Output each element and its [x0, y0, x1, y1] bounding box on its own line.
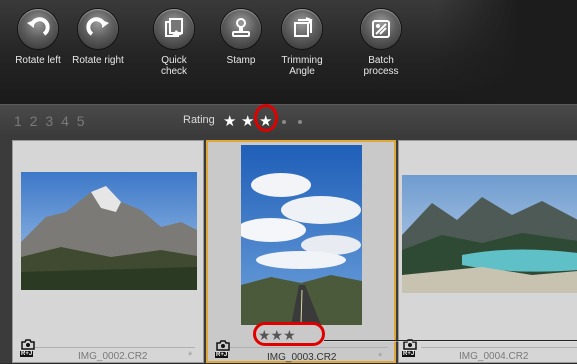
quick-check-icon: [154, 9, 194, 49]
divider: [421, 347, 577, 348]
toolbar: Rotate left Rotate right Quick check Stam…: [0, 0, 577, 104]
thumbnail-image: [236, 145, 362, 326]
rating-dot-4[interactable]: [282, 120, 286, 124]
rating-number-5[interactable]: 5: [77, 113, 86, 129]
batch-process-icon: [361, 9, 401, 49]
raw-jpeg-badge: R+J: [402, 351, 416, 357]
rating-number-1[interactable]: 1: [14, 113, 23, 129]
rating-number-filter: 1 2 3 4 5: [0, 113, 88, 129]
edited-mark: *: [188, 350, 193, 362]
rating-label: Rating: [183, 114, 215, 126]
quick-check-button[interactable]: Quick check: [136, 9, 212, 77]
divider: [230, 347, 388, 348]
rating-number-3[interactable]: 3: [45, 113, 54, 129]
rotate-right-icon: [78, 9, 118, 49]
rating-star-1[interactable]: ★: [223, 112, 236, 130]
thumbnail-image: [21, 172, 197, 290]
rating-star-2[interactable]: ★: [241, 112, 254, 130]
rotate-left-icon: [18, 9, 58, 49]
annotation-oval: [253, 322, 325, 346]
stamp-icon: [221, 9, 261, 49]
camera-icon: [216, 338, 230, 364]
thumbnail-filename: IMG_0004.CR2: [459, 351, 529, 362]
raw-jpeg-badge: R+J: [20, 351, 34, 357]
trimming-angle-icon: [282, 9, 322, 49]
camera-icon: [21, 337, 35, 363]
rating-dot-5[interactable]: [298, 120, 302, 124]
toolbar-fade: [436, 0, 577, 104]
thumbnail-filename: IMG_0002.CR2: [78, 351, 148, 362]
rating-number-4[interactable]: 4: [61, 113, 70, 129]
rating-bar: 1 2 3 4 5 Rating ★ ★ ★: [0, 104, 577, 138]
rotate-right-button[interactable]: Rotate right: [60, 9, 136, 66]
batch-process-label: Batch process: [363, 55, 399, 77]
trimming-angle-label: Trimming Angle: [281, 55, 323, 77]
batch-process-button[interactable]: Batch process: [343, 9, 419, 77]
quick-check-label: Quick check: [160, 55, 188, 77]
rating-number-2[interactable]: 2: [30, 113, 39, 129]
edited-mark: *: [378, 351, 383, 363]
thumbnail-card[interactable]: R+J IMG_0004.CR2: [398, 140, 577, 363]
annotation-circle: [254, 104, 278, 132]
raw-jpeg-badge: R+J: [215, 352, 229, 358]
trimming-angle-button[interactable]: Trimming Angle: [264, 9, 340, 77]
thumbnail-image: [402, 175, 577, 293]
thumbnail-card[interactable]: R+J IMG_0002.CR2 *: [12, 140, 204, 363]
divider: [35, 347, 195, 348]
callout-line-highlight: [324, 341, 577, 342]
thumbnail-filename: IMG_0003.CR2: [267, 352, 337, 363]
rotate-right-label: Rotate right: [72, 55, 124, 66]
